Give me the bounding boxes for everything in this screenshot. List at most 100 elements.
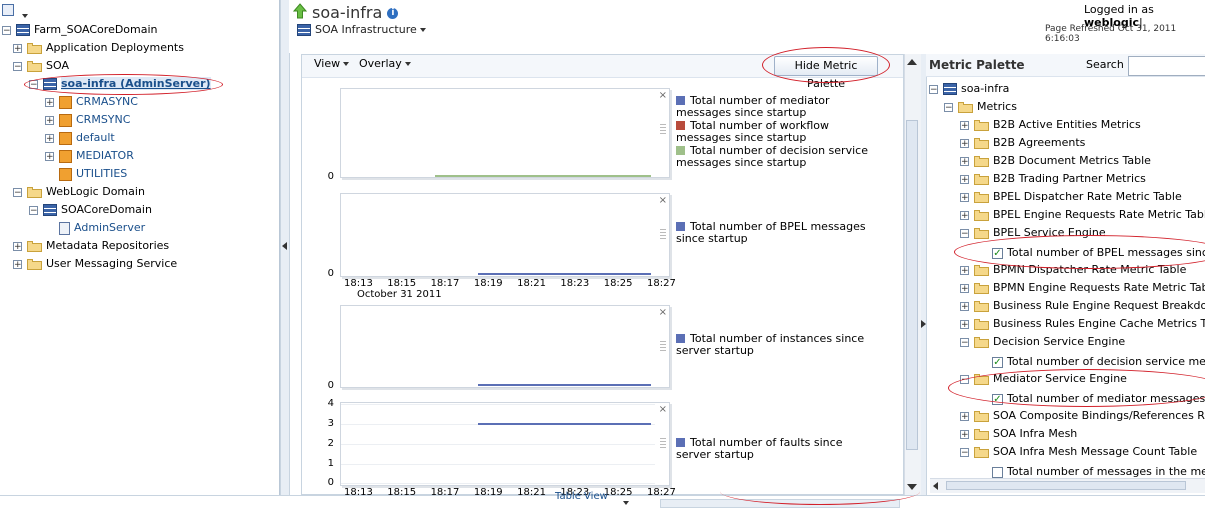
close-chart-icon[interactable]: × (659, 195, 667, 206)
metric-tree-item[interactable]: + B2B Document Metrics Table (960, 152, 1151, 170)
tree-item-label: SOA (46, 59, 69, 72)
expand-icon[interactable]: + (960, 319, 969, 329)
overlay-menu[interactable]: Overlay (359, 55, 411, 73)
chart-resize-grip[interactable] (660, 229, 666, 239)
tree-menu-icon[interactable] (2, 4, 14, 16)
metric-tree-item[interactable]: + B2B Agreements (960, 134, 1085, 152)
center-scroll-thumb[interactable] (906, 120, 918, 450)
collapse-icon[interactable]: − (2, 25, 11, 35)
chart-area[interactable]: × (340, 402, 670, 486)
expand-icon[interactable]: + (13, 259, 22, 269)
highlight-annotation (762, 47, 890, 83)
expand-icon[interactable]: + (960, 174, 969, 184)
table-view-link[interactable]: Table View (555, 491, 608, 502)
expand-icon[interactable]: + (13, 43, 22, 53)
chart-resize-grip[interactable] (660, 438, 666, 448)
scroll-up-icon[interactable] (907, 59, 917, 65)
composite-icon (59, 131, 72, 145)
collapse-icon[interactable]: − (960, 447, 969, 457)
tree-item[interactable]: − WebLogic Domain (13, 183, 145, 201)
expand-icon[interactable]: + (960, 265, 969, 275)
metric-tree-item[interactable]: + SOA Infra Mesh (960, 425, 1077, 443)
palette-scroll-thumb[interactable] (946, 481, 1186, 490)
expand-icon[interactable]: + (45, 97, 54, 107)
metric-tree-item[interactable]: − Metrics (944, 98, 1017, 116)
collapse-icon[interactable]: − (13, 61, 22, 71)
expand-icon[interactable]: + (960, 156, 969, 166)
chart-area[interactable]: × (340, 193, 670, 277)
metric-tree-item[interactable]: + B2B Active Entities Metrics (960, 116, 1141, 134)
metric-tree-item[interactable]: − soa-infra (929, 80, 1009, 98)
expand-icon[interactable]: + (960, 429, 969, 439)
chart-area[interactable]: × (340, 88, 670, 178)
close-chart-icon[interactable]: × (659, 307, 667, 318)
tree-item[interactable]: + User Messaging Service (13, 255, 177, 273)
metric-tree-item[interactable]: + Business Rules Engine Cache Metrics Tab… (960, 315, 1205, 333)
expand-icon[interactable]: + (960, 283, 969, 293)
expand-icon[interactable]: + (960, 192, 969, 202)
up-arrow-icon[interactable] (293, 3, 307, 19)
legend-label: Total number of mediator messages since … (676, 94, 830, 119)
tree-item[interactable]: + CRMASYNC (45, 93, 138, 111)
tree-item[interactable]: AdminServer (45, 219, 145, 237)
expand-icon[interactable]: + (960, 411, 969, 421)
tree-item[interactable]: + Application Deployments (13, 39, 184, 57)
expand-icon[interactable]: + (960, 120, 969, 130)
folder-icon (974, 227, 989, 239)
collapse-icon[interactable]: − (13, 187, 22, 197)
expand-icon[interactable]: + (960, 210, 969, 220)
soa-infrastructure-menu[interactable]: SOA Infrastructure (297, 23, 426, 36)
tree-item[interactable]: − Farm_SOACoreDomain (2, 21, 158, 39)
tree-item[interactable]: + CRMSYNC (45, 111, 130, 129)
collapse-icon[interactable]: − (929, 84, 938, 94)
tree-item[interactable]: + Metadata Repositories (13, 237, 169, 255)
metric-tree-item[interactable]: + SOA Composite Bindings/References Rate … (960, 407, 1205, 425)
folder-icon (27, 186, 42, 198)
collapse-icon[interactable]: − (960, 337, 969, 347)
tree-item-label: User Messaging Service (46, 257, 178, 270)
scroll-left-icon[interactable] (933, 482, 938, 490)
tree-item-label: Metadata Repositories (46, 239, 170, 252)
chart-resize-grip[interactable] (660, 341, 666, 351)
chart-area[interactable]: × (340, 305, 670, 388)
metric-tree-item[interactable]: + BPMN Engine Requests Rate Metric Table (960, 279, 1205, 297)
folder-icon (974, 137, 989, 149)
collapse-icon[interactable]: − (944, 102, 953, 112)
palette-horizontal-scrollbar[interactable] (930, 478, 1205, 493)
grid-line (341, 483, 655, 484)
tree-item[interactable]: UTILITIES (45, 165, 127, 183)
metric-tree-item[interactable]: − Decision Service Engine (960, 333, 1125, 351)
tree-item[interactable]: + default (45, 129, 115, 147)
tree-item[interactable]: − SOACoreDomain (29, 201, 152, 219)
tree-item[interactable]: − SOA (13, 57, 69, 75)
search-label: Search (1086, 58, 1124, 71)
collapse-left-icon[interactable] (282, 242, 287, 250)
expand-icon[interactable]: + (960, 301, 969, 311)
checked-checkbox[interactable]: ✓ (992, 356, 1003, 368)
bottom-dropdown-icon[interactable] (620, 498, 629, 509)
unchecked-checkbox[interactable] (992, 466, 1003, 478)
metric-tree-item[interactable]: + BPEL Engine Requests Rate Metric Table (960, 206, 1205, 224)
collapse-icon[interactable]: − (29, 205, 38, 215)
expand-icon[interactable]: + (13, 241, 22, 251)
expand-icon[interactable]: + (45, 133, 54, 143)
view-menu[interactable]: View (314, 55, 350, 73)
expand-icon[interactable]: + (45, 115, 54, 125)
left-panel-splitter[interactable] (280, 0, 290, 495)
tree-item[interactable]: + MEDIATOR (45, 147, 134, 165)
expand-icon[interactable]: + (45, 151, 54, 161)
expand-icon[interactable]: + (960, 138, 969, 148)
tree-item-label: UTILITIES (76, 167, 128, 180)
close-chart-icon[interactable]: × (659, 90, 667, 101)
info-icon[interactable]: i (387, 8, 399, 19)
close-chart-icon[interactable]: × (659, 404, 667, 415)
metric-tree-item[interactable]: + B2B Trading Partner Metrics (960, 170, 1146, 188)
legend-entry: Total number of faults since server star… (676, 437, 876, 461)
metric-search-input[interactable] (1128, 56, 1205, 76)
chart-resize-grip[interactable] (660, 124, 666, 134)
metric-tree-item[interactable]: + BPEL Dispatcher Rate Metric Table (960, 188, 1182, 206)
folder-icon (974, 428, 989, 440)
metric-tree-item[interactable]: + Business Rule Engine Request Breakdown … (960, 297, 1205, 315)
metric-tree-item[interactable]: − SOA Infra Mesh Message Count Table (960, 443, 1197, 461)
collapse-icon[interactable]: − (960, 228, 969, 238)
